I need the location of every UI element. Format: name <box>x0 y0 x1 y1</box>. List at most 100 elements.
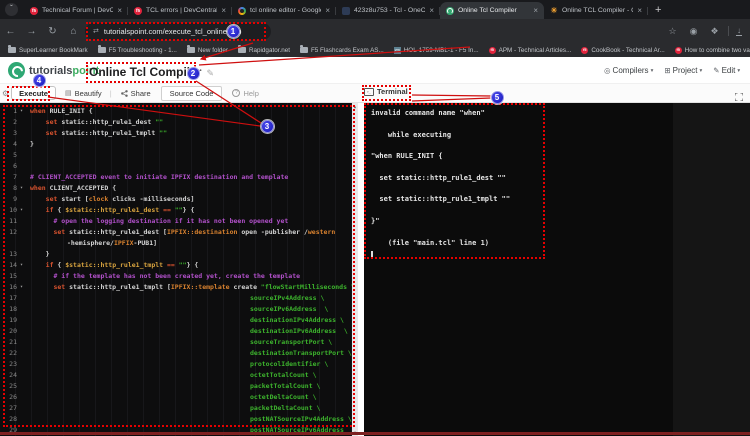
tab-close-icon[interactable]: × <box>325 6 330 15</box>
downloads-icon[interactable]: ↓ <box>736 26 742 36</box>
rename-pencil-icon[interactable]: ✎ <box>206 68 214 78</box>
address-bar[interactable]: ⇄ tutorialspoint.com/execute_tcl_online.… <box>85 23 271 40</box>
fold-spacer <box>17 392 26 403</box>
source-code-tab[interactable]: Source Code <box>161 86 223 101</box>
home-icon[interactable]: ⌂ <box>63 26 84 37</box>
google-favicon-icon <box>238 7 246 15</box>
bookmark-item[interactable]: New folder <box>187 47 228 54</box>
f5-favicon-icon: f5 <box>30 7 38 15</box>
browser-tab[interactable]: 423z8u753 - Tcl - OneCompiler× <box>336 2 440 19</box>
code-text: octetDeltaCount \ <box>26 392 317 403</box>
code-line: 3 set static::http_rule1_tmplt "" <box>0 128 358 139</box>
fold-icon[interactable]: ▾ <box>17 106 26 117</box>
menu-label: Project <box>673 66 698 75</box>
bookmark-item[interactable]: F5 Troubleshooting - 1... <box>98 47 177 54</box>
line-number: 13 <box>0 249 17 260</box>
edit-icon: ✎ <box>713 66 719 75</box>
browser-tab[interactable]: f5Technical Forum | DevCentral× <box>24 2 128 19</box>
tab-close-icon[interactable]: × <box>117 6 122 15</box>
menu-project[interactable]: ⊞Project▾ <box>664 66 702 75</box>
caret-down-icon: ▾ <box>737 68 740 74</box>
folder-icon <box>300 47 308 53</box>
terminal-line: (file "main.tcl" line 1) <box>371 238 750 249</box>
bookmark-item[interactable]: Rapidgator.net <box>238 47 290 54</box>
reload-icon[interactable]: ↻ <box>42 26 63 37</box>
beautify-button[interactable]: ▤Beautify <box>65 89 102 98</box>
terminal-line: set static::http_rule1_dest "" <box>371 173 750 184</box>
browser-window: ˇ f5Technical Forum | DevCentral×f5TCL e… <box>0 0 750 436</box>
browser-tab[interactable]: tcl online editor - Google Search× <box>232 2 336 19</box>
tab-close-icon[interactable]: × <box>429 6 434 15</box>
bookmark-label: F5 Flashcards Exam AS... <box>311 47 384 54</box>
project-grid-icon: ⊞ <box>664 66 670 75</box>
code-line: 1▾when RULE_INIT { <box>0 106 358 117</box>
help-button[interactable]: ?Help <box>232 89 258 98</box>
code-text: sourceIPv6Address \ <box>26 304 328 315</box>
menu-edit[interactable]: ✎Edit▾ <box>713 66 740 75</box>
bookmark-label: New folder <box>198 47 228 54</box>
bookmark-star-icon[interactable]: ☆ <box>662 26 683 37</box>
fold-icon[interactable]: ▾ <box>17 260 26 271</box>
editor-scrollbar[interactable]: ▲ ▼ <box>352 103 358 436</box>
fold-spacer <box>17 271 26 282</box>
tutorialspoint-logo-icon[interactable] <box>8 62 25 79</box>
pinned-extension-icon[interactable]: ◉ <box>683 26 704 37</box>
code-text: set static::http_rule1_dest "" <box>26 117 163 128</box>
browser-tab[interactable]: f5TCL errors | DevCentral× <box>128 2 232 19</box>
bookmark-item[interactable]: vmHOL-1759-MBL-1 - F5 In... <box>394 47 479 54</box>
code-text: set static::http_rule1_tmplt [IPFIX::tem… <box>26 282 355 293</box>
menu-compilers[interactable]: ◎Compilers▾ <box>604 66 653 75</box>
share-button[interactable]: Share <box>121 89 151 98</box>
code-text: destinationIPv4Address \ <box>26 315 344 326</box>
fold-icon[interactable]: ▾ <box>17 183 26 194</box>
bookmark-item[interactable]: SuperLearner BookMark <box>8 47 88 54</box>
code-editor[interactable]: 1▾when RULE_INIT {2 set static::http_rul… <box>0 103 358 436</box>
bookmark-item[interactable]: f5How to combine two var... <box>675 47 750 54</box>
bookmark-label: CookBook - Technical Ar... <box>591 47 664 54</box>
tutorialspoint-favicon-icon <box>446 7 454 15</box>
settings-gear-icon[interactable]: ⚙ <box>2 89 9 98</box>
line-number: 26 <box>0 392 17 403</box>
forward-icon[interactable]: → <box>21 26 42 37</box>
code-line: 25packetTotalCount \ <box>0 381 358 392</box>
tab-close-icon[interactable]: × <box>533 6 538 15</box>
fold-spacer <box>17 238 26 249</box>
fold-spacer <box>17 326 26 337</box>
site-settings-icon[interactable]: ⇄ <box>93 27 99 35</box>
code-text: set static::http_rule1_dest [IPFIX::dest… <box>26 227 335 238</box>
code-line: 17sourceIPv4Address \ <box>0 293 358 304</box>
terminal-output[interactable]: invalid command name "when" while execut… <box>364 103 750 436</box>
fold-icon[interactable]: ▾ <box>17 205 26 216</box>
folder-icon <box>187 47 195 53</box>
terminal-lines: invalid command name "when" while execut… <box>371 108 750 248</box>
browser-tab[interactable]: ☀Online TCL Compiler - Online TCL E× <box>544 2 648 19</box>
tab-close-icon[interactable]: × <box>221 6 226 15</box>
tab-title: Online TCL Compiler - Online TCL E <box>562 7 633 14</box>
code-line: -hemisphere/IPFIX-PUB1] <box>0 238 358 249</box>
terminal-line <box>371 227 750 238</box>
extensions-icon[interactable]: ❖ <box>704 26 725 37</box>
fold-spacer <box>17 348 26 359</box>
tab-search-icon[interactable]: ˇ <box>5 3 18 16</box>
fold-icon[interactable]: ▾ <box>17 282 26 293</box>
back-icon[interactable]: ← <box>0 26 21 37</box>
code-rows: 1▾when RULE_INIT {2 set static::http_rul… <box>0 103 358 436</box>
code-line: 9 set start [clock clicks -milliseconds] <box>0 194 358 205</box>
code-text: # if the template has not been created y… <box>26 271 300 282</box>
code-line: 15 # if the template has not been create… <box>0 271 358 282</box>
code-line: 19destinationIPv4Address \ <box>0 315 358 326</box>
line-number: 24 <box>0 370 17 381</box>
line-number: 27 <box>0 403 17 414</box>
new-tab-button[interactable]: + <box>655 4 661 16</box>
browser-tab[interactable]: Online Tcl Compiler× <box>440 2 544 19</box>
scroll-up-icon[interactable]: ▲ <box>354 104 356 109</box>
bookmark-item[interactable]: f5CookBook - Technical Ar... <box>581 47 664 54</box>
f5-favicon-icon: f5 <box>134 7 142 15</box>
fold-spacer <box>17 117 26 128</box>
tab-close-icon[interactable]: × <box>637 6 642 15</box>
bookmark-label: APM - Technical Articles... <box>499 47 572 54</box>
folder-icon <box>238 47 246 53</box>
bookmark-item[interactable]: F5 Flashcards Exam AS... <box>300 47 384 54</box>
bookmark-item[interactable]: f5APM - Technical Articles... <box>489 47 572 54</box>
execute-button[interactable]: Execute <box>11 86 56 100</box>
